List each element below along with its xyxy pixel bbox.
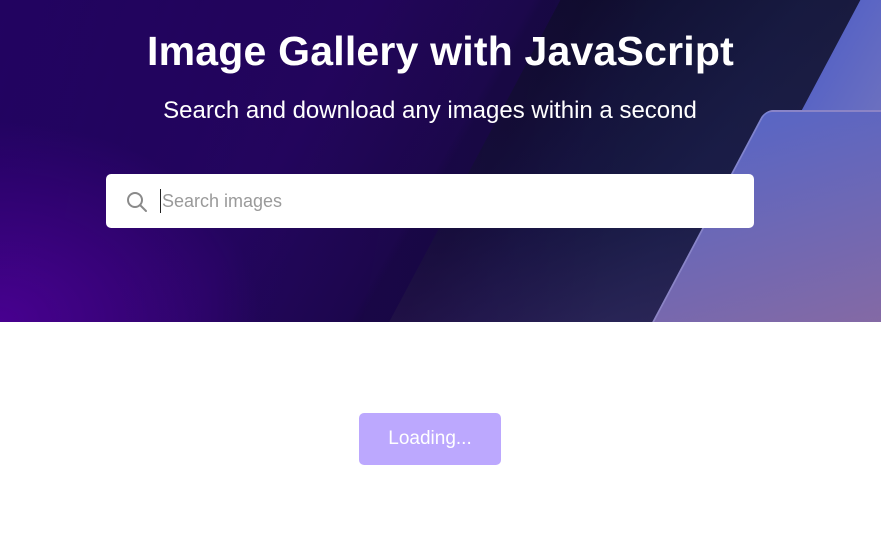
page-subtitle: Search and download any images within a …	[163, 97, 697, 124]
search-icon	[126, 191, 148, 218]
load-more-button[interactable]: Loading...	[359, 413, 501, 465]
search-input[interactable]	[160, 189, 742, 213]
search-box[interactable]	[106, 174, 754, 228]
page-title: Image Gallery with JavaScript	[147, 28, 734, 74]
hero-header: Image Gallery with JavaScript Search and…	[0, 0, 881, 322]
